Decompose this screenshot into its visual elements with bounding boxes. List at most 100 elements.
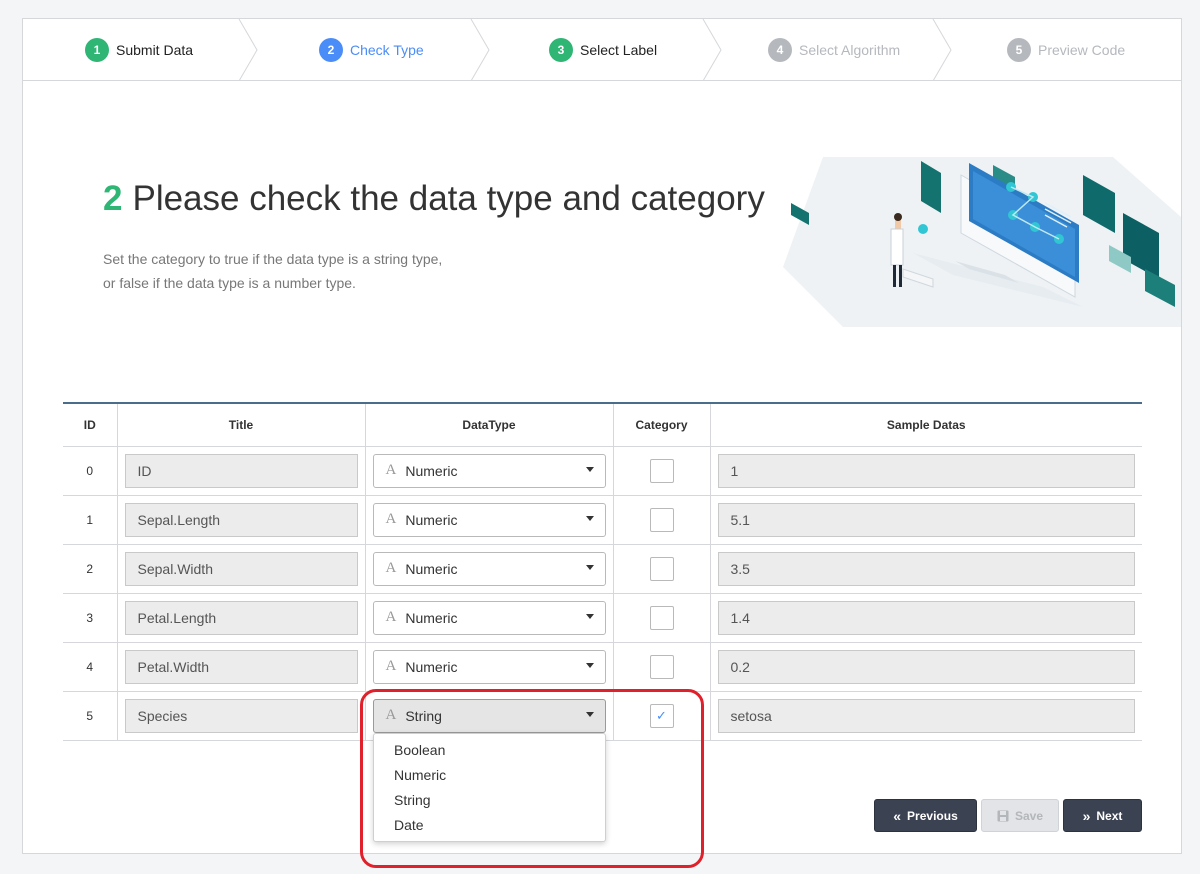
- table-header-row: ID Title DataType Category Sample Datas: [63, 402, 1142, 447]
- table-row: 3 Petal.Length A Numeric 1.4: [63, 593, 1142, 643]
- datatype-select[interactable]: A String: [372, 698, 606, 733]
- sample-data-field[interactable]: 5.1: [717, 502, 1135, 537]
- step-number: 5: [1007, 37, 1031, 62]
- table-row: 4 Petal.Width A Numeric 0.2: [63, 642, 1142, 692]
- step-preview-code[interactable]: 5 Preview Code: [1007, 19, 1125, 80]
- row-id: 2: [63, 544, 117, 594]
- previous-button[interactable]: « Previous: [874, 799, 977, 832]
- save-label: Save: [1014, 808, 1044, 823]
- datatype-select[interactable]: A Numeric: [372, 649, 606, 684]
- sample-data-field[interactable]: setosa: [717, 698, 1135, 733]
- floppy-disk-icon: [997, 810, 1009, 821]
- datatype-value: String: [405, 707, 442, 724]
- table-row: 0 ID A Numeric 1: [63, 446, 1142, 496]
- column-header-id: ID: [63, 402, 117, 447]
- step-number: 1: [85, 37, 109, 62]
- text-type-icon: A: [385, 707, 397, 723]
- step-label: Preview Code: [1038, 41, 1126, 58]
- title-field[interactable]: Petal.Length: [124, 600, 358, 635]
- next-button[interactable]: » Next: [1063, 799, 1142, 832]
- datatype-dropdown-menu: Boolean Numeric String Date: [373, 733, 606, 842]
- wizard-panel: 1 Submit Data 2 Check Type 3 Select Labe…: [22, 18, 1182, 854]
- category-checkbox[interactable]: [649, 605, 674, 630]
- dropdown-option-numeric[interactable]: Numeric: [374, 763, 605, 788]
- dropdown-option-string[interactable]: String: [374, 788, 605, 813]
- datatype-value: Numeric: [405, 511, 458, 528]
- title-field[interactable]: ID: [124, 453, 358, 488]
- table-row: 2 Sepal.Width A Numeric 3.5: [63, 544, 1142, 594]
- double-chevron-right-icon: »: [1082, 807, 1091, 824]
- step-label: Select Label: [580, 41, 658, 58]
- data-analysis-illustration: [783, 157, 1181, 327]
- caret-down-icon: [585, 564, 594, 570]
- row-id: 4: [63, 642, 117, 692]
- step-label: Submit Data: [116, 41, 194, 58]
- step-select-label[interactable]: 3 Select Label: [549, 19, 657, 80]
- category-checkbox[interactable]: ✓: [649, 703, 674, 728]
- chevron-divider-icon: [932, 19, 952, 81]
- save-button[interactable]: Save: [981, 799, 1059, 832]
- datatype-value: Numeric: [405, 658, 458, 675]
- category-checkbox[interactable]: [649, 556, 674, 581]
- step-label: Check Type: [350, 41, 424, 58]
- caret-down-icon: [585, 466, 594, 472]
- description-line: or false if the data type is a number ty…: [103, 275, 356, 291]
- title-field[interactable]: Petal.Width: [124, 649, 358, 684]
- text-type-icon: A: [385, 560, 397, 576]
- row-id: 1: [63, 495, 117, 545]
- title-step-number: 2: [103, 179, 123, 218]
- category-checkbox[interactable]: [649, 654, 674, 679]
- sample-data-field[interactable]: 1.4: [717, 600, 1135, 635]
- step-number: 2: [319, 37, 343, 62]
- chevron-divider-icon: [702, 19, 722, 81]
- next-label: Next: [1096, 808, 1123, 823]
- page-description: Set the category to true if the data typ…: [103, 247, 442, 295]
- step-number: 4: [768, 37, 792, 62]
- description-line: Set the category to true if the data typ…: [103, 251, 443, 267]
- chevron-divider-icon: [238, 19, 258, 81]
- caret-down-icon: [585, 613, 594, 619]
- step-label: Select Algorithm: [799, 41, 901, 58]
- title-field[interactable]: Sepal.Length: [124, 502, 358, 537]
- category-checkbox[interactable]: [649, 507, 674, 532]
- row-id: 3: [63, 593, 117, 643]
- row-id: 5: [63, 691, 117, 741]
- text-type-icon: A: [385, 462, 397, 478]
- datatype-select[interactable]: A Numeric: [372, 600, 606, 635]
- text-type-icon: A: [385, 609, 397, 625]
- dropdown-option-date[interactable]: Date: [374, 813, 605, 838]
- title-text: Please check the data type and category: [132, 179, 765, 218]
- dropdown-option-boolean[interactable]: Boolean: [374, 738, 605, 763]
- caret-down-icon: [585, 662, 594, 668]
- table-row: 1 Sepal.Length A Numeric 5.1: [63, 495, 1142, 545]
- step-check-type[interactable]: 2 Check Type: [319, 19, 424, 80]
- title-field[interactable]: Species: [124, 698, 358, 733]
- column-header-datatype: DataType: [364, 402, 613, 447]
- column-header-category: Category: [612, 402, 710, 447]
- column-header-title: Title: [116, 402, 365, 447]
- datatype-select[interactable]: A Numeric: [372, 453, 606, 488]
- datatype-select[interactable]: A Numeric: [372, 551, 606, 586]
- title-field[interactable]: Sepal.Width: [124, 551, 358, 586]
- category-checkbox[interactable]: [649, 458, 674, 483]
- row-id: 0: [63, 446, 117, 496]
- caret-down-icon: [585, 711, 594, 717]
- sample-data-field[interactable]: 3.5: [717, 551, 1135, 586]
- datatype-value: Numeric: [405, 560, 458, 577]
- page-title: 2 Please check the data type and category: [103, 179, 765, 219]
- text-type-icon: A: [385, 658, 397, 674]
- datatype-value: Numeric: [405, 462, 458, 479]
- sample-data-field[interactable]: 1: [717, 453, 1135, 488]
- stepper: 1 Submit Data 2 Check Type 3 Select Labe…: [23, 19, 1181, 81]
- chevron-divider-icon: [470, 19, 490, 81]
- sample-data-field[interactable]: 0.2: [717, 649, 1135, 684]
- step-number: 3: [549, 37, 573, 62]
- step-select-algorithm[interactable]: 4 Select Algorithm: [768, 19, 900, 80]
- step-submit-data[interactable]: 1 Submit Data: [85, 19, 193, 80]
- text-type-icon: A: [385, 511, 397, 527]
- check-icon: ✓: [656, 707, 667, 723]
- datatype-select[interactable]: A Numeric: [372, 502, 606, 537]
- caret-down-icon: [585, 515, 594, 521]
- double-chevron-left-icon: «: [893, 807, 902, 824]
- datatype-value: Numeric: [405, 609, 458, 626]
